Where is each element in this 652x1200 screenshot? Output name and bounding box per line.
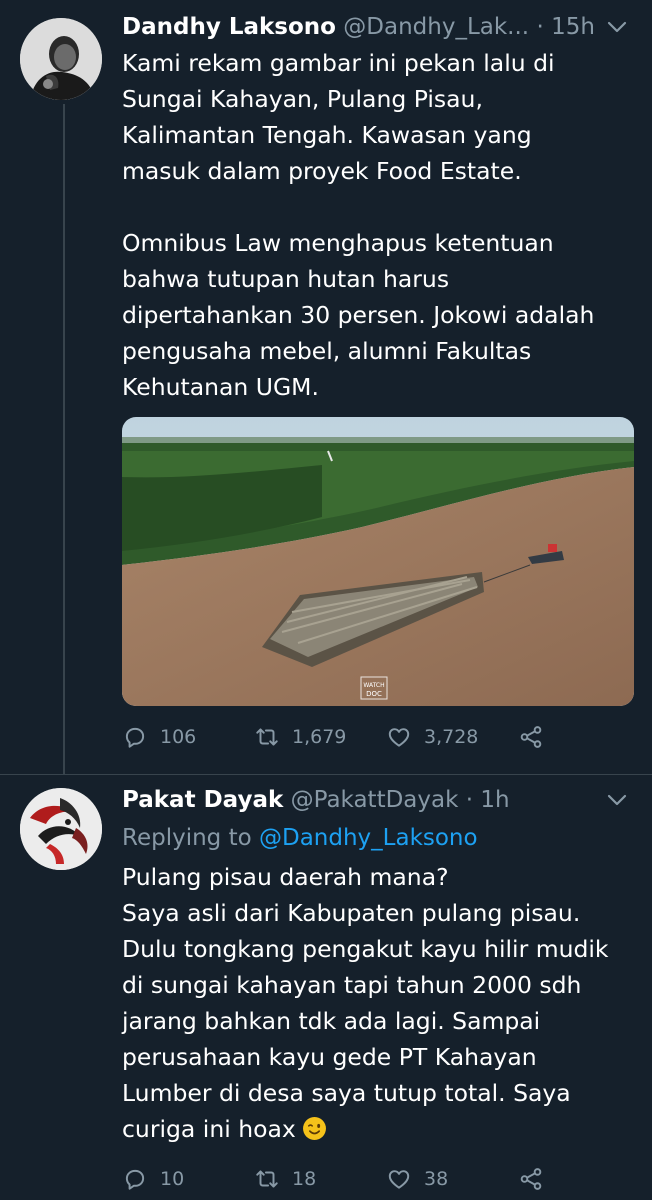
- action-bar: 10 18 38: [122, 1159, 634, 1199]
- share-nodes-icon: [520, 1168, 542, 1190]
- reply-count: 106: [160, 726, 197, 748]
- tweet-text: Kami rekam gambar ini pekan lalu di Sung…: [122, 45, 634, 189]
- text-line: perusahaan kayu gede PT Kahayan: [122, 1043, 537, 1071]
- text-line: dipertahankan 30 persen. Jokowi adalah: [122, 301, 595, 329]
- share-button[interactable]: [518, 1159, 556, 1199]
- like-button[interactable]: 3,728: [386, 717, 478, 757]
- share-button[interactable]: [518, 717, 556, 757]
- text-line: Omnibus Law menghapus ketentuan: [122, 229, 554, 257]
- heart-outline-icon: [388, 728, 410, 747]
- text-line: jarang bahkan tdk ada lagi. Sampai: [122, 1007, 541, 1035]
- winking-face-icon: [302, 1117, 326, 1140]
- retweet-count: 1,679: [292, 726, 347, 748]
- watermark-top: WATCH: [363, 682, 384, 689]
- text-line: Kami rekam gambar ini pekan lalu di: [122, 49, 555, 77]
- text-line: Lumber di desa saya tutup total. Saya: [122, 1079, 571, 1107]
- text-line: bahwa tutupan hutan harus: [122, 265, 450, 293]
- text-line: masuk dalam proyek Food Estate.: [122, 157, 522, 185]
- tweet-photo[interactable]: WATCH DOC: [122, 417, 634, 706]
- display-name[interactable]: Pakat Dayak: [122, 787, 283, 813]
- reply-count: 10: [160, 1168, 185, 1190]
- user-handle[interactable]: @Dandhy_Lak...: [343, 14, 529, 40]
- text-line: Kehutanan UGM.: [122, 373, 319, 401]
- timestamp[interactable]: 1h: [480, 787, 509, 813]
- like-count: 3,728: [424, 726, 479, 748]
- retweet-arrows-icon: [256, 1170, 278, 1188]
- timeline: Dandhy Laksono @Dandhy_Lak... · 15h Kami…: [0, 0, 652, 1200]
- retweet-count: 18: [292, 1168, 317, 1190]
- reply-button[interactable]: 106: [122, 717, 196, 757]
- retweet-arrows-icon: [256, 728, 278, 746]
- replying-prefix: Replying to: [122, 825, 252, 851]
- speech-bubble-icon: [125, 727, 145, 748]
- speech-bubble-icon: [125, 1169, 145, 1190]
- text-line: Pulang pisau daerah mana?: [122, 863, 449, 891]
- retweet-button[interactable]: 1,679: [254, 717, 346, 757]
- text-fragment: curiga ini hoax: [122, 1115, 296, 1143]
- text-line: pengusaha mebel, alumni Fakultas: [122, 337, 532, 365]
- avatar[interactable]: [20, 18, 102, 100]
- reply-button[interactable]: 10: [122, 1159, 184, 1199]
- tweet-text: Pulang pisau daerah mana? Saya asli dari…: [122, 859, 634, 1147]
- like-button[interactable]: 38: [386, 1159, 448, 1199]
- replying-to: Replying to @Dandhy_Laksono: [122, 820, 478, 856]
- display-name[interactable]: Dandhy Laksono: [122, 14, 336, 40]
- tweet-header: Pakat Dayak @PakattDayak · 1h: [122, 782, 632, 818]
- user-handle[interactable]: @PakattDayak: [291, 787, 459, 813]
- tweet-text: Omnibus Law menghapus ketentuan bahwa tu…: [122, 225, 634, 405]
- text-line: Saya asli dari Kabupaten pulang pisau.: [122, 899, 581, 927]
- share-nodes-icon: [520, 726, 542, 748]
- mention-link[interactable]: @Dandhy_Laksono: [259, 825, 478, 851]
- avatar[interactable]: [20, 788, 102, 870]
- retweet-button[interactable]: 18: [254, 1159, 316, 1199]
- tweet-divider: [0, 774, 652, 775]
- watermark-bottom: DOC: [366, 690, 382, 698]
- separator-dot: ·: [536, 14, 544, 40]
- action-bar: 106 1,679 3,728: [122, 717, 634, 757]
- text-line: Dulu tongkang pengakut kayu hilir mudik: [122, 935, 609, 963]
- like-count: 38: [424, 1168, 449, 1190]
- text-line: di sungai kahayan tapi tahun 2000 sdh: [122, 971, 582, 999]
- tweet-header: Dandhy Laksono @Dandhy_Lak... · 15h: [122, 9, 632, 45]
- reply-tweet[interactable]: Pakat Dayak @PakattDayak · 1h Replying t…: [0, 776, 652, 1200]
- timestamp[interactable]: 15h: [551, 14, 595, 40]
- chevron-down-icon[interactable]: [606, 791, 628, 809]
- thread-line: [63, 104, 65, 774]
- heart-outline-icon: [388, 1170, 410, 1189]
- text-line: Sungai Kahayan, Pulang Pisau,: [122, 85, 483, 113]
- text-line: Kalimantan Tengah. Kawasan yang: [122, 121, 532, 149]
- separator-dot: ·: [465, 787, 474, 813]
- tweet[interactable]: Dandhy Laksono @Dandhy_Lak... · 15h Kami…: [0, 0, 652, 774]
- chevron-down-icon[interactable]: [606, 18, 628, 36]
- text-line-last: curiga ini hoax: [122, 1111, 634, 1147]
